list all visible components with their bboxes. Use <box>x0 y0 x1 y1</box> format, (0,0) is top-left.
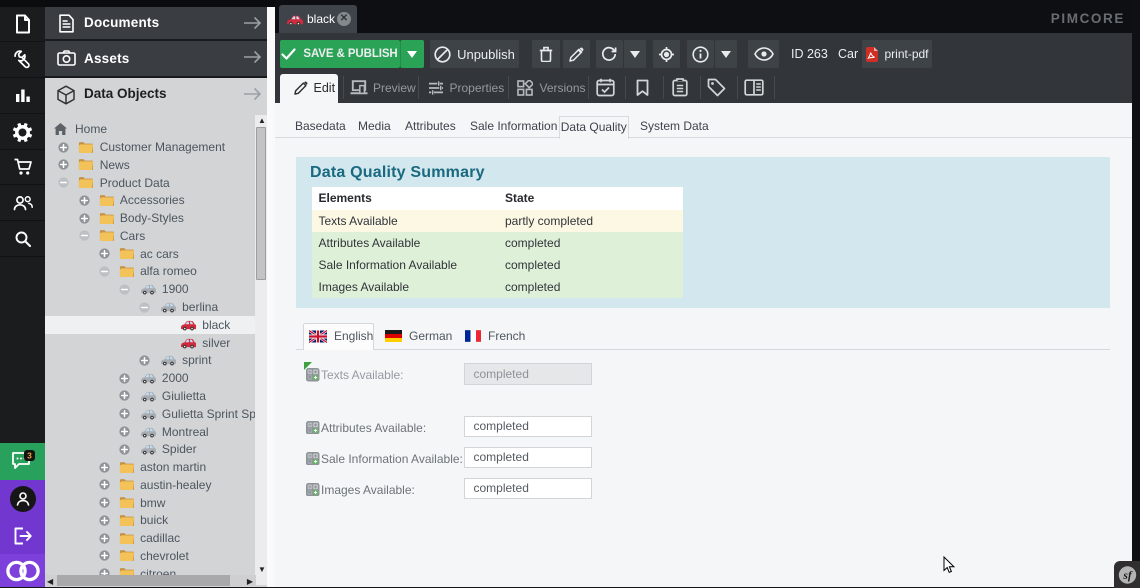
svg-text:sf: sf <box>1122 570 1132 582</box>
svg-text:3: 3 <box>27 451 32 461</box>
